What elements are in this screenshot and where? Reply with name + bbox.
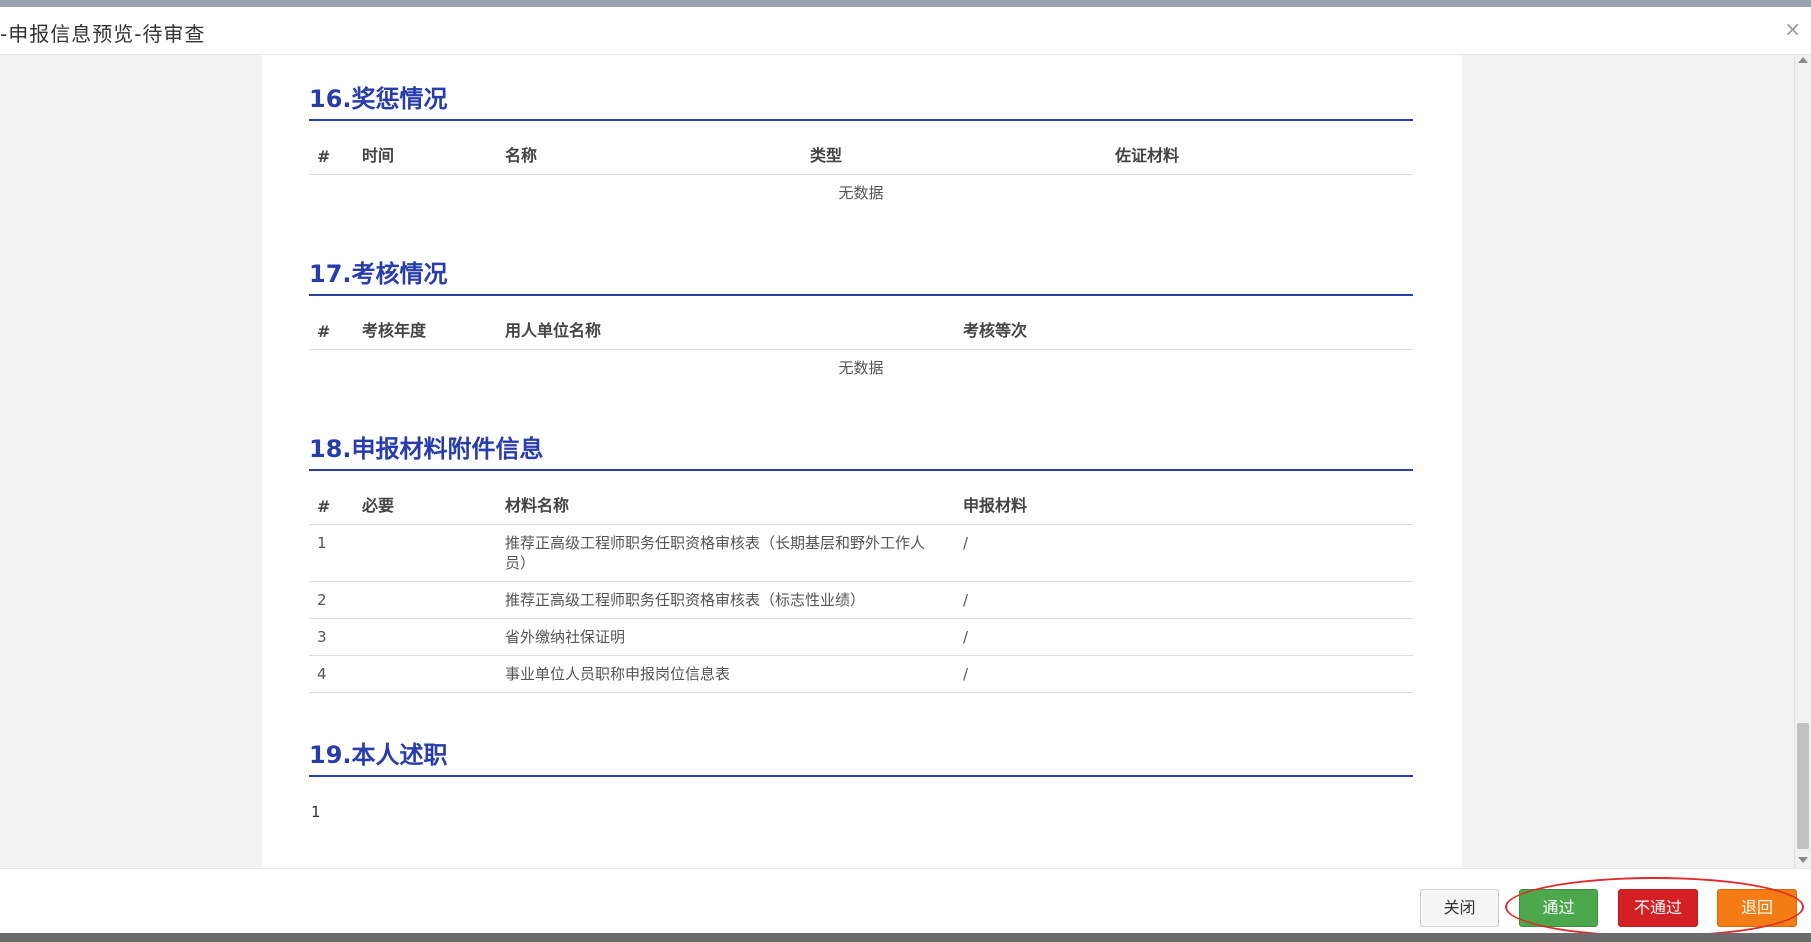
column-header: 名称	[497, 121, 802, 175]
close-icon[interactable]: ×	[1784, 19, 1801, 39]
dialog-body[interactable]: 16.奖惩情况 # 时间 名称 类型 佐证材料 无数据 17.考核情况 # 考核…	[0, 55, 1811, 868]
close-button[interactable]: 关闭	[1420, 889, 1499, 927]
dialog-footer: 关闭 通过 不通过 退回	[0, 868, 1811, 937]
column-header: 类型	[802, 121, 1107, 175]
row-material-link[interactable]: /	[955, 581, 1413, 619]
row-required	[354, 524, 497, 582]
assessment-table: # 考核年度 用人单位名称 考核等次 无数据	[309, 296, 1413, 386]
column-header: 考核等次	[955, 296, 1413, 350]
row-required	[354, 618, 497, 656]
row-material-name: 省外缴纳社保证明	[497, 618, 955, 656]
column-header: #	[309, 471, 354, 525]
column-header: 佐证材料	[1107, 121, 1413, 175]
column-header: 材料名称	[497, 471, 955, 525]
section-title: 19.本人述职	[309, 735, 1413, 777]
window-bottom-strip	[0, 933, 1811, 942]
row-index: 2	[309, 581, 354, 619]
row-material-link[interactable]: /	[955, 655, 1413, 693]
table-header-row: # 时间 名称 类型 佐证材料	[309, 121, 1413, 175]
table-row: 3 省外缴纳社保证明 /	[309, 618, 1413, 656]
preview-content: 16.奖惩情况 # 时间 名称 类型 佐证材料 无数据 17.考核情况 # 考核…	[262, 55, 1462, 868]
window-top-strip	[0, 0, 1811, 7]
table-header-row: # 必要 材料名称 申报材料	[309, 471, 1413, 525]
empty-row: 无数据	[309, 350, 1413, 387]
empty-text: 无数据	[838, 359, 884, 377]
table-row: 4 事业单位人员职称申报岗位信息表 /	[309, 655, 1413, 693]
column-header: 考核年度	[354, 296, 497, 350]
column-header: 申报材料	[955, 471, 1413, 525]
row-material-name: 推荐正高级工程师职务任职资格审核表（标志性业绩）	[497, 581, 955, 619]
highlight-annotation	[1505, 877, 1804, 937]
table-row: 1 推荐正高级工程师职务任职资格审核表（长期基层和野外工作人员） /	[309, 524, 1413, 582]
row-required	[354, 581, 497, 619]
rewards-table: # 时间 名称 类型 佐证材料 无数据	[309, 121, 1413, 211]
dialog-header: -申报信息预览-待审查 ×	[0, 7, 1811, 55]
empty-text: 无数据	[838, 184, 884, 202]
attachments-table: # 必要 材料名称 申报材料 1 推荐正高级工程师职务任职资格审核表（长期基层和…	[309, 471, 1413, 693]
row-material-name: 推荐正高级工程师职务任职资格审核表（长期基层和野外工作人员）	[497, 524, 955, 582]
review-dialog: -申报信息预览-待审查 × 16.奖惩情况 # 时间 名称 类型 佐证材料 无数…	[0, 7, 1811, 937]
column-header: 用人单位名称	[497, 296, 955, 350]
scrollbar-thumb[interactable]	[1797, 723, 1809, 849]
section-self-statement: 19.本人述职 1	[309, 735, 1413, 821]
table-header-row: # 考核年度 用人单位名称 考核等次	[309, 296, 1413, 350]
section-title: 16.奖惩情况	[309, 79, 1413, 121]
column-header: #	[309, 296, 354, 350]
row-material-link[interactable]: /	[955, 618, 1413, 656]
section-assessment: 17.考核情况 # 考核年度 用人单位名称 考核等次 无数据	[309, 254, 1413, 386]
row-material-link[interactable]: /	[955, 524, 1413, 582]
empty-row: 无数据	[309, 175, 1413, 212]
column-header: 必要	[354, 471, 497, 525]
table-row: 2 推荐正高级工程师职务任职资格审核表（标志性业绩） /	[309, 581, 1413, 619]
section-rewards: 16.奖惩情况 # 时间 名称 类型 佐证材料 无数据	[309, 79, 1413, 211]
scroll-down-arrow-icon[interactable]	[1798, 857, 1808, 863]
vertical-scrollbar[interactable]	[1794, 55, 1811, 868]
section-attachments: 18.申报材料附件信息 # 必要 材料名称 申报材料 1 推荐正高级工程师职务任…	[309, 429, 1413, 693]
column-header: 时间	[354, 121, 497, 175]
self-statement-text: 1	[311, 803, 321, 821]
section-title: 17.考核情况	[309, 254, 1413, 296]
row-material-name: 事业单位人员职称申报岗位信息表	[497, 655, 955, 693]
row-index: 3	[309, 618, 354, 656]
row-required	[354, 655, 497, 693]
scroll-up-arrow-icon[interactable]	[1798, 57, 1808, 63]
section-title: 18.申报材料附件信息	[309, 429, 1413, 471]
column-header: #	[309, 121, 354, 175]
row-index: 1	[309, 524, 354, 582]
dialog-title: -申报信息预览-待审查	[0, 22, 206, 46]
row-index: 4	[309, 655, 354, 693]
